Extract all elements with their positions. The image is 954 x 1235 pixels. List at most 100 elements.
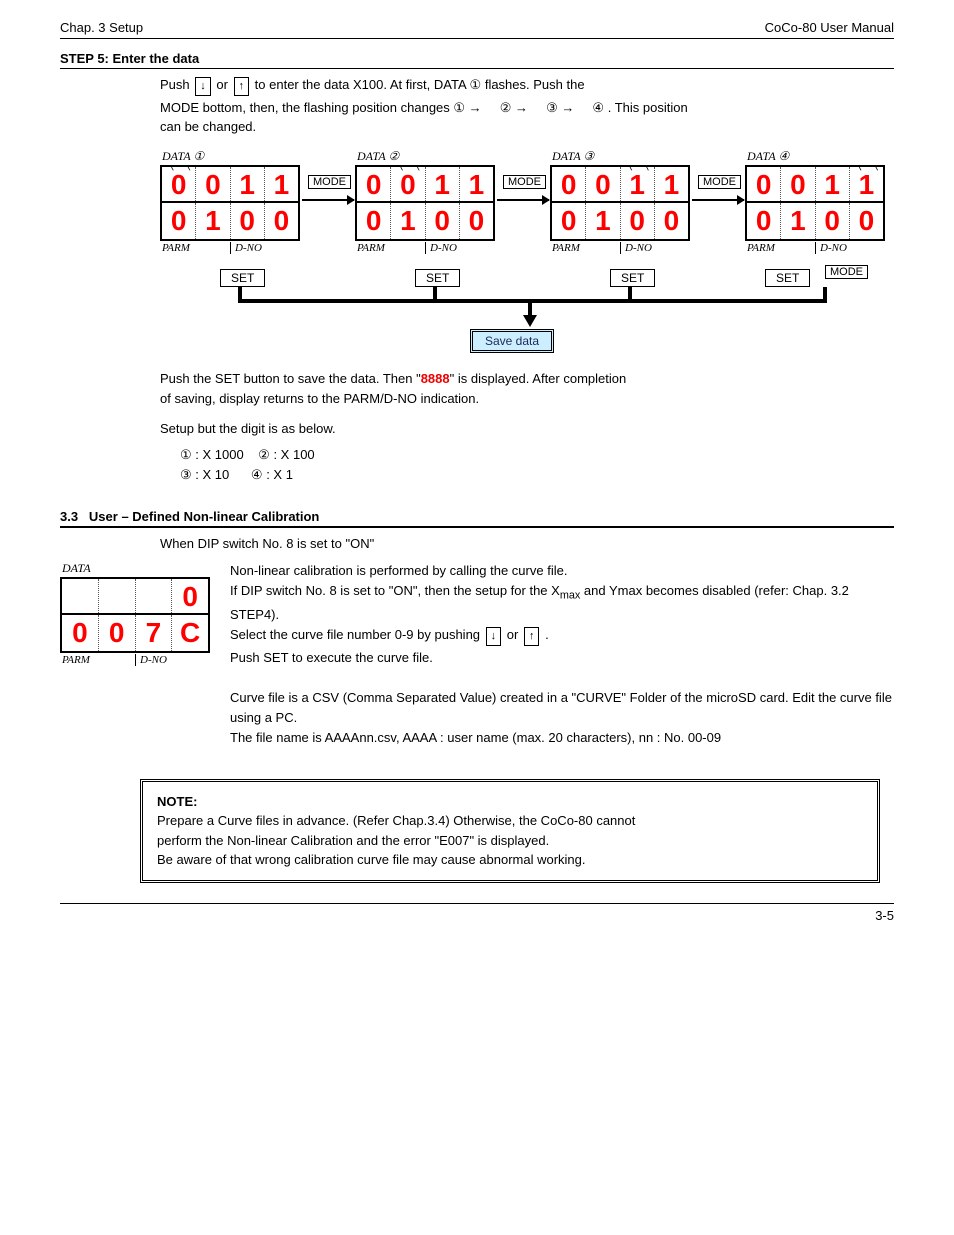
digit: 0	[198, 169, 227, 199]
down-button[interactable]: ↓	[486, 627, 502, 646]
parm-label: PARM	[62, 654, 135, 666]
digit: 1	[818, 169, 847, 199]
t: " is displayed. After completion	[450, 371, 627, 386]
digit: 0	[783, 169, 812, 199]
page-header: Chap. 3 Setup CoCo-80 User Manual	[60, 20, 894, 39]
t: or	[507, 627, 522, 642]
note-line: Prepare a Curve files in advance. (Refer…	[157, 813, 635, 828]
mode-button-3[interactable]: MODE	[698, 175, 741, 189]
parm-label: PARM	[162, 242, 230, 254]
section-3-3-head: 3.3 User – Defined Non-linear Calibratio…	[60, 509, 894, 528]
t: 8 is set to "ON"	[286, 536, 374, 551]
sec33-line1: When DIP switch No. 8 is set to "ON"	[160, 536, 894, 551]
digit-map: ① : X 1000 ② : X 100 ③ : X 10 ④ : X 1	[180, 445, 894, 485]
digit: 0	[588, 169, 617, 199]
set-button-3[interactable]: SET	[610, 269, 655, 287]
digit: 1	[428, 169, 457, 199]
arrow: →	[561, 100, 574, 115]
digit: 0	[554, 169, 583, 199]
t: Non-linear calibration is performed by c…	[230, 563, 567, 578]
digit: 1	[657, 169, 686, 199]
digit: 0	[554, 205, 583, 237]
t: When DIP switch No.	[160, 536, 283, 551]
dno-label: D-NO	[230, 242, 298, 254]
note-box: NOTE: Prepare a Curve files in advance. …	[140, 779, 880, 883]
mode-button-2[interactable]: MODE	[503, 175, 546, 189]
digit: 1	[623, 169, 652, 199]
digit: 0	[623, 205, 652, 237]
mode-button-4[interactable]: MODE	[825, 265, 868, 279]
digit: 1	[588, 205, 617, 237]
lcd-panel-33: 0 0 0 7 C	[60, 577, 210, 653]
set-button-4[interactable]: SET	[765, 269, 810, 287]
digit: 0	[174, 581, 206, 611]
map-c: ③	[180, 467, 192, 482]
panel1-label: DATA ①	[160, 149, 300, 164]
seq-1: ①	[453, 100, 465, 115]
save-data-box: Save data	[470, 329, 554, 353]
t: If DIP switch No.	[230, 583, 326, 598]
t: . This position	[608, 100, 688, 115]
digit: 0	[164, 169, 193, 199]
digit: 0	[749, 169, 778, 199]
parm-label: PARM	[552, 242, 620, 254]
t: 8 is set to "ON", then the setup for the…	[329, 583, 559, 598]
digit: 0	[428, 205, 457, 237]
seq-2: ②	[500, 100, 512, 115]
step5-title: STEP 5: Enter the data	[60, 51, 199, 66]
digit: 0	[462, 205, 491, 237]
digit-map-intro: Setup but the digit is as below.	[160, 419, 894, 439]
digit: 1	[267, 169, 296, 199]
set-button-1[interactable]: SET	[220, 269, 265, 287]
t: MODE bottom, then, the flashing position…	[160, 100, 453, 115]
digit: 1	[198, 205, 227, 237]
dno-label: D-NO	[620, 242, 688, 254]
digit: 0	[359, 169, 388, 199]
digit: 1	[233, 169, 262, 199]
seq-4: ④	[592, 100, 604, 115]
mode-button-1[interactable]: MODE	[308, 175, 351, 189]
digit: 0	[101, 617, 133, 649]
save-description: Push the SET button to save the data. Th…	[160, 369, 894, 409]
mode-sequence-diagram: DATA ① ╲╲0 0 1 1 0 1 0 0 PARM D-NO	[160, 149, 900, 359]
parm-label: PARM	[747, 242, 815, 254]
note-head: NOTE:	[157, 794, 197, 809]
dno-label: D-NO	[815, 242, 883, 254]
digit: 1	[783, 205, 812, 237]
map-t: : X 100	[273, 447, 314, 462]
t: Push SET to execute the curve file.	[230, 650, 433, 665]
digit: 7	[138, 617, 170, 649]
digit: 0	[852, 205, 881, 237]
set-button-2[interactable]: SET	[415, 269, 460, 287]
up-button[interactable]: ↑	[524, 627, 540, 646]
down-button[interactable]: ↓	[195, 77, 211, 96]
sec-title: User	[89, 509, 122, 524]
digit: 0	[64, 617, 96, 649]
step5-body: Push ↓ or ↑ to enter the data X100. At f…	[160, 75, 894, 137]
circled-1: ①	[470, 77, 482, 92]
section-step5-head: STEP 5: Enter the data	[60, 51, 894, 69]
dno-label: D-NO	[425, 242, 493, 254]
digit: 0	[359, 205, 388, 237]
digit: 0	[749, 205, 778, 237]
lcd-panel-4: 0 0 1 ╲╲1 0 1 0 0	[745, 165, 885, 241]
panel3-label: DATA ③	[550, 149, 690, 164]
t: of saving, display returns to the PARM/D…	[160, 391, 479, 406]
digit	[101, 581, 133, 611]
digit: 0	[267, 205, 296, 237]
digit: 0	[657, 205, 686, 237]
header-left: Chap. 3 Setup	[60, 20, 143, 35]
panel2-label: DATA ②	[355, 149, 495, 164]
map-t: : X 1000	[195, 447, 243, 462]
t: or	[216, 77, 231, 92]
t: Select the curve file number 0-9 by push…	[230, 627, 484, 642]
lcd-panel-3: 0 0 ╲╲1 1 0 1 0 0	[550, 165, 690, 241]
digit: 0	[164, 205, 193, 237]
dno-label: D-NO	[135, 654, 208, 666]
up-button[interactable]: ↑	[234, 77, 250, 96]
t: The file name is AAAAnn.csv, AAAA : user…	[230, 730, 721, 745]
header-right: CoCo-80 User Manual	[765, 20, 894, 35]
sec-num: 3.3	[60, 509, 78, 524]
lcd-panel-2: 0 ╲╲0 1 1 0 1 0 0	[355, 165, 495, 241]
map-c: ①	[180, 447, 192, 462]
